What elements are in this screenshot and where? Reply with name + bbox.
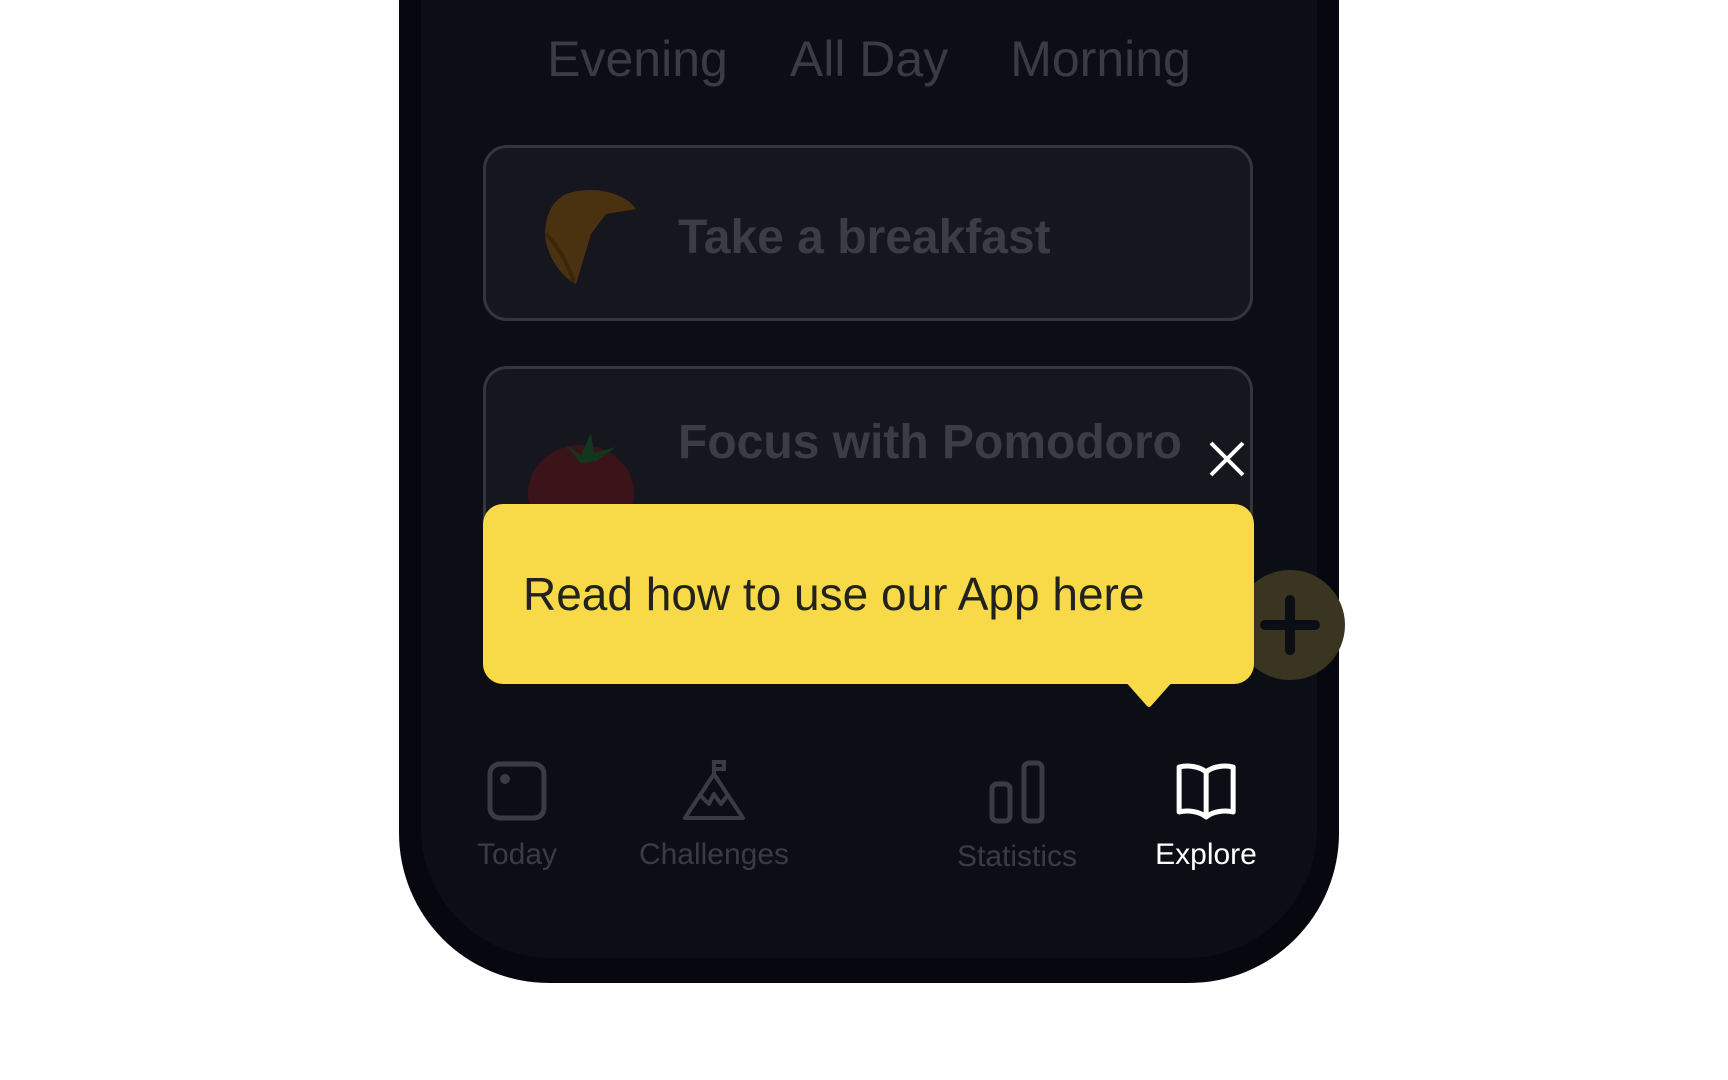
tooltip-text: Read how to use our App here xyxy=(523,568,1145,620)
tooltip[interactable]: Read how to use our App here xyxy=(483,504,1254,684)
tab-all-day[interactable]: All Day xyxy=(790,30,948,88)
croissant-icon xyxy=(544,189,636,284)
nav-challenges[interactable]: Challenges xyxy=(639,760,789,872)
book-icon xyxy=(1176,763,1236,820)
habit-card[interactable]: Take a breakfast xyxy=(483,145,1253,321)
tab-morning[interactable]: Morning xyxy=(1010,30,1191,88)
tooltip-arrow xyxy=(1124,680,1174,707)
nav-label: Challenges xyxy=(638,838,790,871)
nav-statistics[interactable]: Statistics xyxy=(957,760,1077,874)
nav-label: Today xyxy=(476,838,558,871)
close-icon[interactable] xyxy=(1208,440,1246,478)
calendar-icon xyxy=(487,761,547,821)
habit-title: Focus with Pomodoro xyxy=(678,416,1182,469)
filter-tabs: Evening All Day Morning xyxy=(421,30,1317,88)
nav-label: Explore xyxy=(1155,838,1257,871)
nav-explore[interactable]: Explore xyxy=(1155,760,1257,872)
nav-label: Statistics xyxy=(956,840,1078,873)
tab-evening[interactable]: Evening xyxy=(547,30,728,88)
habit-title: Take a breakfast xyxy=(678,211,1051,264)
nav-today[interactable]: Today xyxy=(477,760,557,872)
bar-chart-icon xyxy=(989,760,1045,824)
mountain-flag-icon xyxy=(682,760,745,820)
